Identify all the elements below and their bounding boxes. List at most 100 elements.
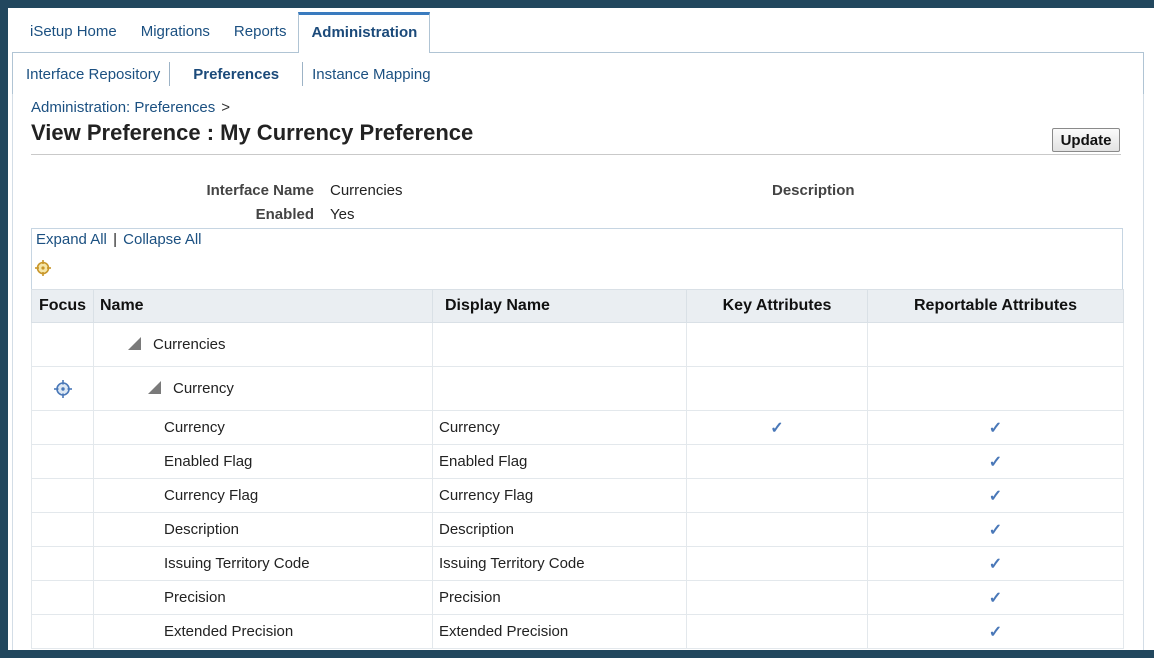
col-header-key-attributes: Key Attributes — [686, 289, 868, 323]
checkmark-icon: ✓ — [988, 623, 1003, 641]
focus-crosshair-icon[interactable] — [53, 379, 73, 399]
interface-name-label: Interface Name — [206, 182, 314, 199]
table-row: Currency Currency ✓ ✓ — [31, 410, 1124, 445]
col-header-name: Name — [93, 289, 433, 323]
key-attributes-cell — [686, 444, 868, 479]
tab-isetup-home[interactable]: iSetup Home — [18, 12, 129, 52]
reportable-attributes-cell: ✓ — [867, 546, 1124, 581]
key-attributes-cell — [686, 478, 868, 513]
subnav-bar: Interface Repository Preferences Instanc… — [12, 52, 1144, 96]
reportable-attributes-cell: ✓ — [867, 444, 1124, 479]
table-row: Precision Precision ✓ — [31, 580, 1124, 615]
tab-migrations[interactable]: Migrations — [129, 12, 222, 52]
focus-cell — [31, 366, 94, 411]
attribute-name-cell: Issuing Territory Code — [93, 546, 433, 581]
col-header-focus: Focus — [31, 289, 94, 323]
subnav-interface-repository[interactable]: Interface Repository — [17, 66, 169, 83]
attribute-name-cell: Precision — [93, 580, 433, 615]
tree-node-row: Currency — [31, 366, 1124, 411]
breadcrumb-separator: > — [221, 99, 231, 116]
link-separator: | — [113, 231, 117, 248]
attribute-name-cell: Currency Flag — [93, 478, 433, 513]
reportable-attributes-cell: ✓ — [867, 512, 1124, 547]
focus-root-icon[interactable] — [34, 259, 52, 277]
attribute-display-name-cell: Currency Flag — [432, 478, 687, 513]
key-attributes-cell — [686, 366, 868, 411]
enabled-label: Enabled — [255, 206, 314, 223]
triangle-expanded-icon[interactable] — [148, 381, 161, 394]
expand-all-link[interactable]: Expand All — [36, 231, 107, 248]
focus-cell — [31, 478, 94, 513]
collapse-all-link[interactable]: Collapse All — [123, 231, 201, 248]
key-attributes-cell — [686, 322, 868, 367]
subnav-preferences[interactable]: Preferences — [170, 66, 302, 83]
key-attributes-cell — [686, 512, 868, 547]
attributes-tree-table: Focus Name Display Name Key Attributes R… — [31, 289, 1124, 649]
page-title: View Preference : My Currency Preference — [31, 120, 474, 145]
tree-node-row: Currencies — [31, 322, 1124, 367]
table-row: Currency Flag Currency Flag ✓ — [31, 478, 1124, 513]
page-canvas: iSetup Home Migrations Reports Administr… — [8, 8, 1154, 654]
checkmark-icon: ✓ — [988, 487, 1003, 505]
reportable-attributes-cell — [867, 366, 1124, 411]
attribute-name-cell: Description — [93, 512, 433, 547]
checkmark-icon: ✓ — [988, 555, 1003, 573]
main-tabs: iSetup Home Migrations Reports Administr… — [18, 12, 431, 53]
reportable-attributes-cell: ✓ — [867, 410, 1124, 445]
table-row: Enabled Flag Enabled Flag ✓ — [31, 444, 1124, 479]
table-row: Issuing Territory Code Issuing Territory … — [31, 546, 1124, 581]
table-header-row: Focus Name Display Name Key Attributes R… — [31, 289, 1124, 323]
attribute-name-cell: Enabled Flag — [93, 444, 433, 479]
update-button[interactable]: Update — [1052, 128, 1120, 152]
breadcrumb: Administration: Preferences > — [31, 99, 230, 116]
description-label: Description — [772, 182, 855, 199]
attribute-display-name-cell: Enabled Flag — [432, 444, 687, 479]
table-row: Description Description ✓ — [31, 512, 1124, 547]
window-frame-top — [0, 0, 1154, 8]
node-name-cell: Currency — [93, 366, 433, 411]
attribute-display-name-cell: Issuing Territory Code — [432, 546, 687, 581]
key-attributes-cell — [686, 614, 868, 649]
focus-cell — [31, 322, 94, 367]
attribute-display-name-cell: Extended Precision — [432, 614, 687, 649]
col-header-display-name: Display Name — [432, 289, 687, 323]
attribute-display-name-cell: Description — [432, 512, 687, 547]
focus-cell — [31, 580, 94, 615]
checkmark-icon: ✓ — [988, 419, 1003, 437]
table-row: Extended Precision Extended Precision ✓ — [31, 614, 1124, 649]
key-attributes-cell — [686, 546, 868, 581]
attribute-name-cell: Currency — [93, 410, 433, 445]
focus-cell — [31, 410, 94, 445]
checkmark-icon: ✓ — [988, 453, 1003, 471]
reportable-attributes-cell — [867, 322, 1124, 367]
checkmark-icon: ✓ — [770, 419, 784, 437]
key-attributes-cell — [686, 580, 868, 615]
tab-reports[interactable]: Reports — [222, 12, 299, 52]
tab-administration[interactable]: Administration — [298, 12, 431, 53]
node-label: Currency — [173, 380, 234, 397]
display-name-cell — [432, 366, 687, 411]
node-name-cell: Currencies — [93, 322, 433, 367]
col-header-reportable-attributes: Reportable Attributes — [867, 289, 1124, 323]
focus-cell — [31, 444, 94, 479]
triangle-expanded-icon[interactable] — [128, 337, 141, 350]
attribute-display-name-cell: Currency — [432, 410, 687, 445]
enabled-value: Yes — [330, 206, 355, 223]
attribute-name-cell: Extended Precision — [93, 614, 433, 649]
reportable-attributes-cell: ✓ — [867, 580, 1124, 615]
reportable-attributes-cell: ✓ — [867, 478, 1124, 513]
focus-cell — [31, 512, 94, 547]
reportable-attributes-cell: ✓ — [867, 614, 1124, 649]
title-divider — [31, 154, 1121, 155]
display-name-cell — [432, 322, 687, 367]
interface-name-value: Currencies — [330, 182, 403, 199]
breadcrumb-link-preferences[interactable]: Administration: Preferences — [31, 99, 215, 116]
tree-toolbar: Expand All | Collapse All — [31, 228, 1123, 290]
subnav-instance-mapping[interactable]: Instance Mapping — [303, 66, 439, 83]
focus-cell — [31, 546, 94, 581]
key-attributes-cell: ✓ — [686, 410, 868, 445]
node-label: Currencies — [153, 336, 226, 353]
checkmark-icon: ✓ — [988, 521, 1003, 539]
checkmark-icon: ✓ — [988, 589, 1003, 607]
attribute-display-name-cell: Precision — [432, 580, 687, 615]
